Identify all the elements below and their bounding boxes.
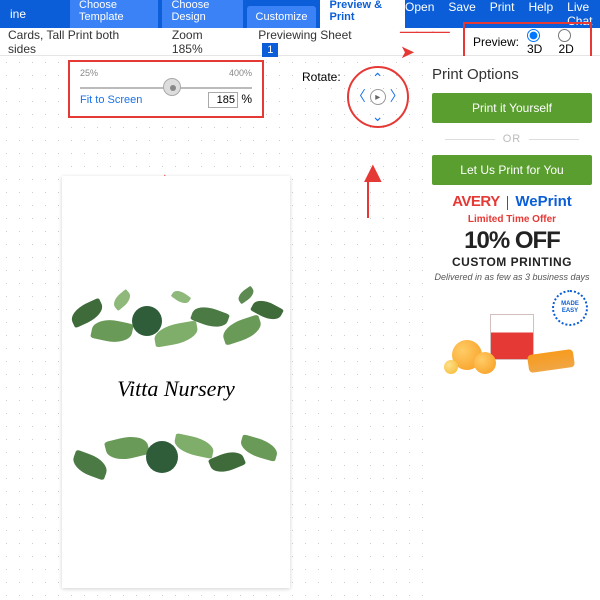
rotate-left-icon[interactable]: 〈	[352, 89, 366, 103]
preview-mode-toggle: Preview: 3D 2D	[463, 22, 592, 60]
card-title: Vitta Nursery	[62, 376, 290, 402]
promo-orange-icon	[444, 360, 458, 374]
avery-weprint-logo: AVERY WePrint	[432, 193, 592, 210]
preview-3d-radio[interactable]	[527, 29, 540, 42]
zoom-panel: 25% 400% Fit to Screen %	[68, 60, 264, 118]
custom-printing-text: CUSTOM PRINTING	[432, 255, 592, 269]
zoom-slider[interactable]	[80, 82, 252, 84]
tab-customize[interactable]: Customize	[247, 6, 317, 28]
weprint-word: WePrint	[515, 193, 571, 210]
made-easy-seal-icon: MADE EASY	[552, 290, 588, 326]
zoom-min: 25%	[80, 68, 98, 78]
promo-block: Limited Time Offer 10% OFF CUSTOM PRINTI…	[432, 214, 592, 378]
rotate-up-icon[interactable]: ⌃	[372, 71, 384, 85]
discount-percent: 10% OFF	[432, 227, 592, 255]
zoom-label: Zoom 185%	[172, 28, 228, 56]
rotate-annotation-circle: ⌃ ⌄ 〈 〉 ▸	[347, 66, 409, 128]
rotate-pad: ⌃ ⌄ 〈 〉 ▸	[353, 72, 403, 122]
print-options-panel: Print Options Print it Yourself OR Let U…	[424, 56, 600, 600]
tab-choose-template[interactable]: Choose Template	[70, 0, 158, 28]
rotate-right-icon[interactable]: 〉	[390, 89, 404, 103]
annotation-arrow-up-icon: ▲	[358, 156, 388, 190]
foliage-top-art	[62, 284, 290, 358]
zoom-slider-thumb[interactable]	[163, 78, 181, 96]
preview-3d-option[interactable]: 3D	[527, 27, 551, 55]
tab-choose-design[interactable]: Choose Design	[162, 0, 242, 28]
avery-word: AVERY	[452, 193, 500, 210]
print-options-heading: Print Options	[432, 66, 592, 83]
preview-2d-option[interactable]: 2D	[558, 27, 582, 55]
zoom-value: 185%	[172, 42, 203, 56]
tab-preview-print[interactable]: Preview & Print	[320, 0, 405, 28]
canvas-area: 25% 400% Fit to Screen % Rotate: ⌃ ⌄	[0, 56, 424, 600]
preview-2d-radio[interactable]	[558, 29, 571, 42]
promo-orange-icon	[474, 352, 496, 374]
rotate-down-icon[interactable]: ⌄	[372, 109, 384, 123]
let-us-print-button[interactable]: Let Us Print for You	[432, 155, 592, 185]
truncated-label: ine	[6, 7, 30, 21]
previewing-label: Previewing Sheet 1	[258, 28, 360, 56]
product-desc: Cards, Tall Print both sides	[8, 28, 132, 56]
logo-divider-icon	[507, 196, 508, 210]
workflow-tabs: Choose Template Choose Design Customize …	[70, 0, 405, 28]
zoom-input[interactable]	[208, 92, 238, 108]
or-divider: OR	[432, 133, 592, 145]
rotate-control-group: Rotate: ⌃ ⌄ 〈 〉 ▸	[302, 66, 409, 128]
print-yourself-button[interactable]: Print it Yourself	[432, 93, 592, 123]
main-area: 25% 400% Fit to Screen % Rotate: ⌃ ⌄	[0, 56, 600, 600]
sheet-number-badge[interactable]: 1	[262, 43, 278, 57]
delivery-text: Delivered in as few as 3 business days	[432, 272, 592, 282]
fit-to-screen-link[interactable]: Fit to Screen	[80, 94, 142, 106]
toolbar: Cards, Tall Print both sides Zoom 185% P…	[0, 28, 600, 56]
rotate-play-icon[interactable]: ▸	[370, 89, 386, 105]
zoom-percent-suffix: %	[241, 92, 252, 106]
foliage-bottom-art	[62, 421, 290, 493]
promo-label-roll-icon	[527, 349, 575, 373]
zoom-max: 400%	[229, 68, 252, 78]
limited-offer-text: Limited Time Offer	[432, 214, 592, 225]
preview-label: Preview:	[473, 35, 519, 49]
promo-box-icon	[490, 314, 534, 360]
card-preview[interactable]: Vitta Nursery	[62, 176, 290, 588]
rotate-label: Rotate:	[302, 70, 341, 84]
promo-image: MADE EASY	[432, 288, 592, 378]
